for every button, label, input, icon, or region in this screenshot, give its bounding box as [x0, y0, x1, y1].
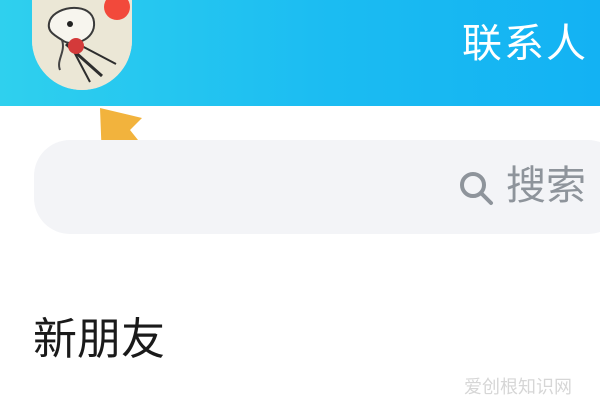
new-friends-item[interactable]: 新朋友 — [33, 312, 165, 368]
top-header: 联系人 — [0, 0, 600, 106]
watermark: 爱创根知识网 — [464, 377, 572, 398]
search-icon — [456, 168, 496, 208]
page-title: 联系人 — [462, 21, 588, 67]
search-placeholder[interactable]: 搜索 — [506, 160, 586, 212]
